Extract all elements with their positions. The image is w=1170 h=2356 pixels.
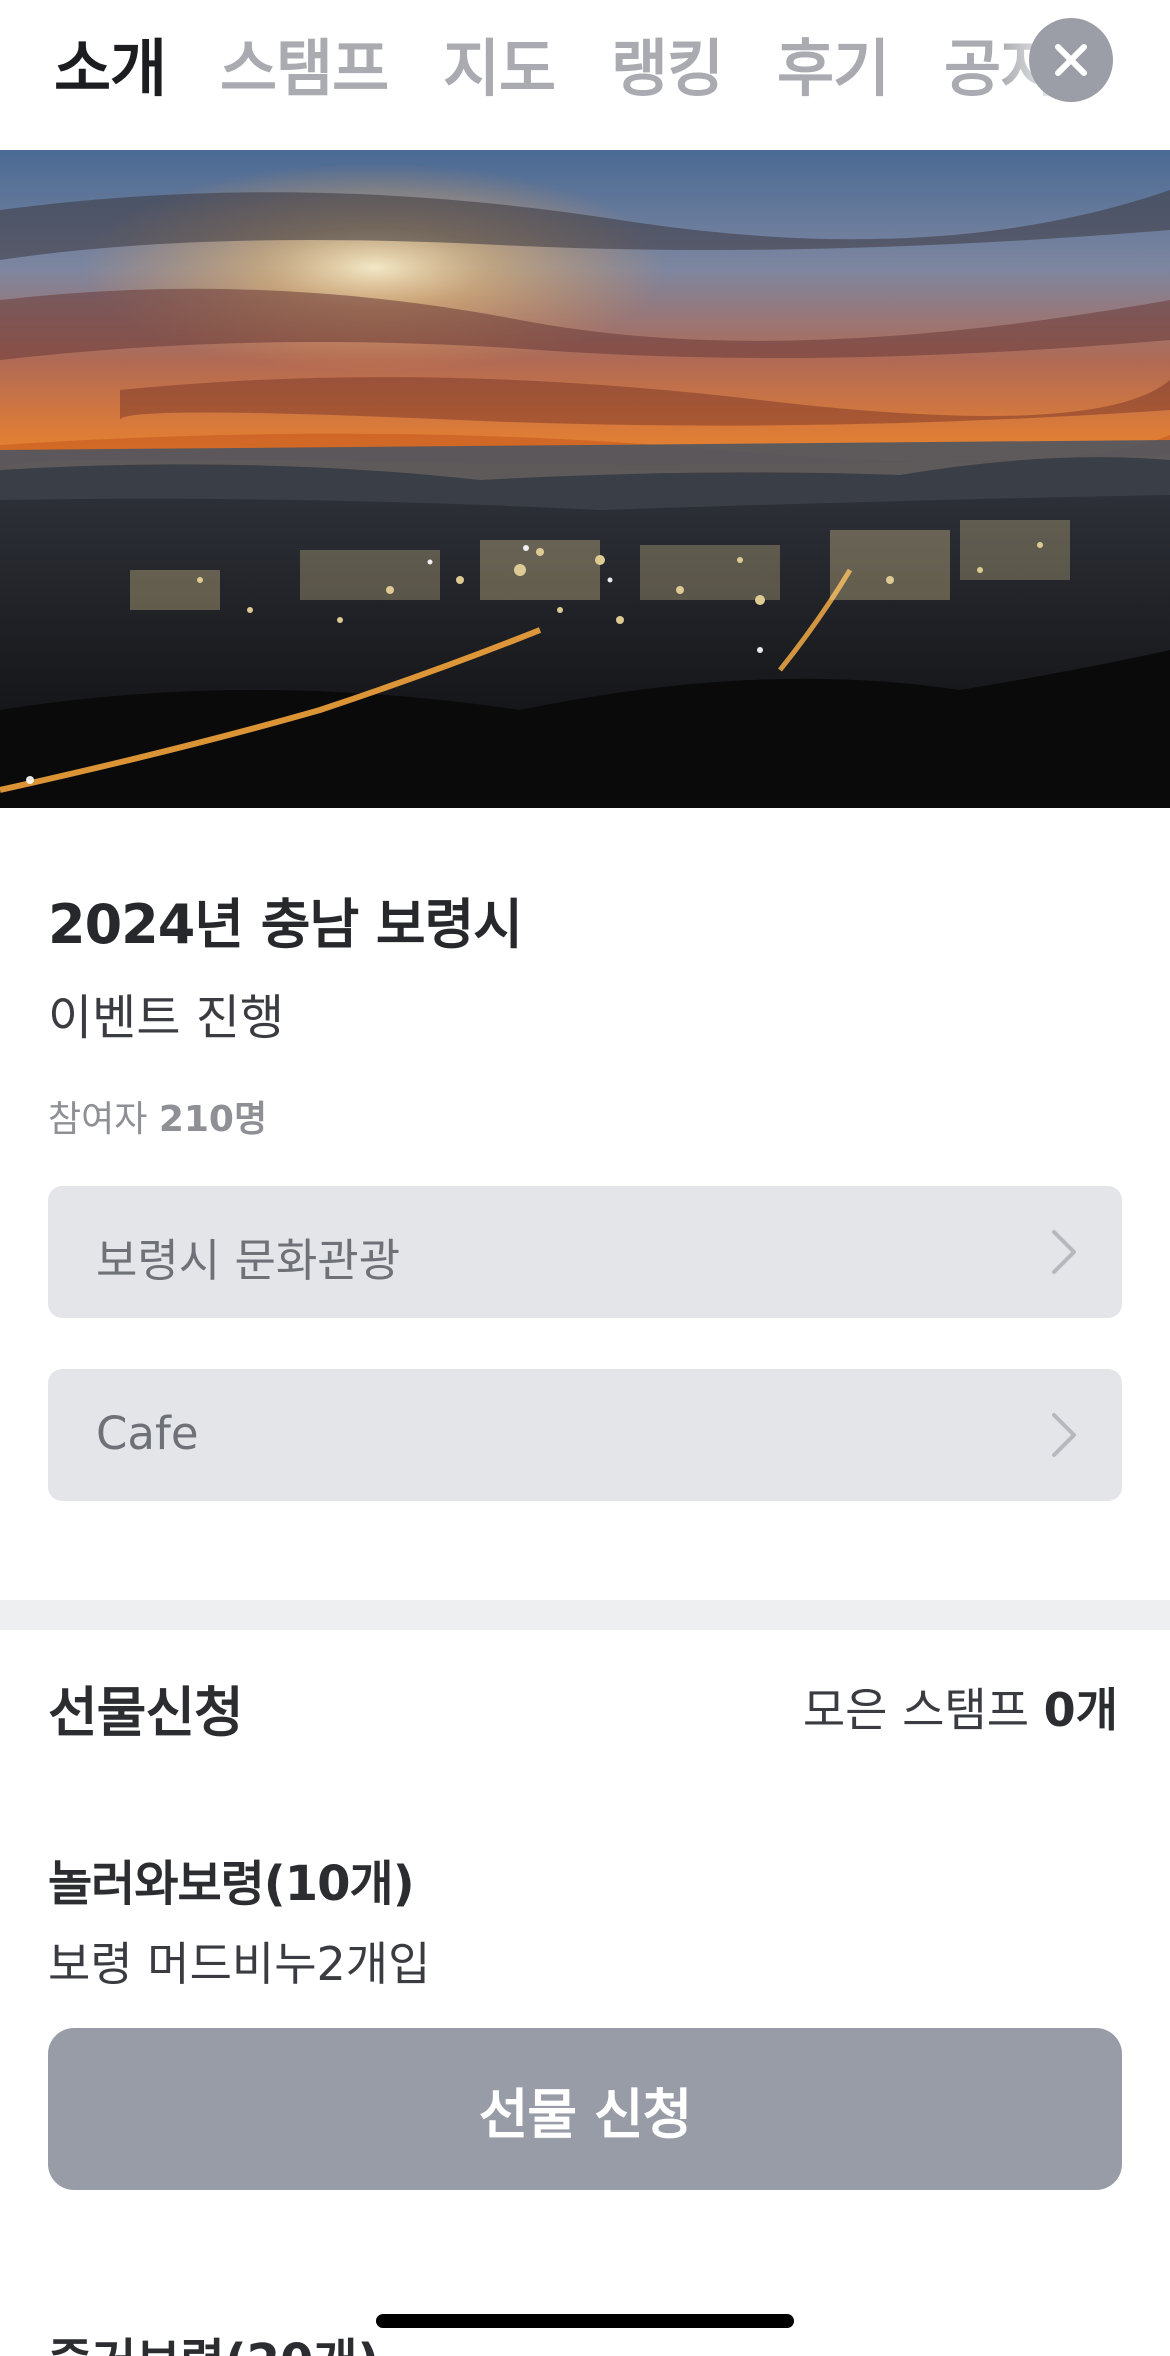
collected-stamps: 모은 스탬프 0개 <box>803 1674 1118 1740</box>
event-status: 이벤트 진행 <box>48 990 285 1046</box>
collected-stamps-value: 0개 <box>1043 1683 1118 1737</box>
participants-count: 참여자 210명 <box>48 1090 267 1142</box>
hero-image <box>0 150 1170 808</box>
tab-ranking[interactable]: 랭킹 <box>611 18 724 108</box>
gift-section-title: 선물신청 <box>48 1681 244 1744</box>
participants-label: 참여자 <box>48 1099 148 1140</box>
home-indicator[interactable] <box>376 2314 794 2328</box>
link-card-label: Cafe <box>96 1407 199 1460</box>
link-card-label: 보령시 문화관광 <box>96 1234 401 1287</box>
chevron-right-icon <box>1052 1413 1076 1457</box>
close-button[interactable] <box>1029 18 1113 102</box>
collected-stamps-label: 모은 스탬프 <box>802 1683 1030 1737</box>
tab-bar: 소개 스탬프 지도 랭킹 후기 공지 <box>0 0 1170 150</box>
event-detail-screen: 소개 스탬프 지도 랭킹 후기 공지 <box>0 0 1170 2356</box>
participants-value: 210명 <box>158 1099 268 1140</box>
section-divider <box>0 1600 1170 1630</box>
city-night-sunset-photo <box>0 150 1170 808</box>
event-title: 2024년 충남 보령시 <box>48 893 523 956</box>
link-card-culture-tourism[interactable]: 보령시 문화관광 <box>48 1186 1122 1318</box>
tab-intro[interactable]: 소개 <box>54 18 167 108</box>
tab-reviews[interactable]: 후기 <box>777 18 890 108</box>
close-icon <box>1055 44 1087 76</box>
gift-request-button[interactable]: 선물 신청 <box>48 2028 1122 2190</box>
gift-item-name: 즐거보령(20개) <box>48 2322 379 2356</box>
gift-item-description: 보령 머드비누2개입 <box>48 1937 431 1991</box>
chevron-right-icon <box>1052 1230 1076 1274</box>
gift-item-name: 놀러와보령(10개) <box>48 1856 415 1912</box>
link-card-cafe[interactable]: Cafe <box>48 1369 1122 1501</box>
tab-stamp[interactable]: 스탬프 <box>220 18 389 108</box>
tab-map[interactable]: 지도 <box>443 18 556 108</box>
